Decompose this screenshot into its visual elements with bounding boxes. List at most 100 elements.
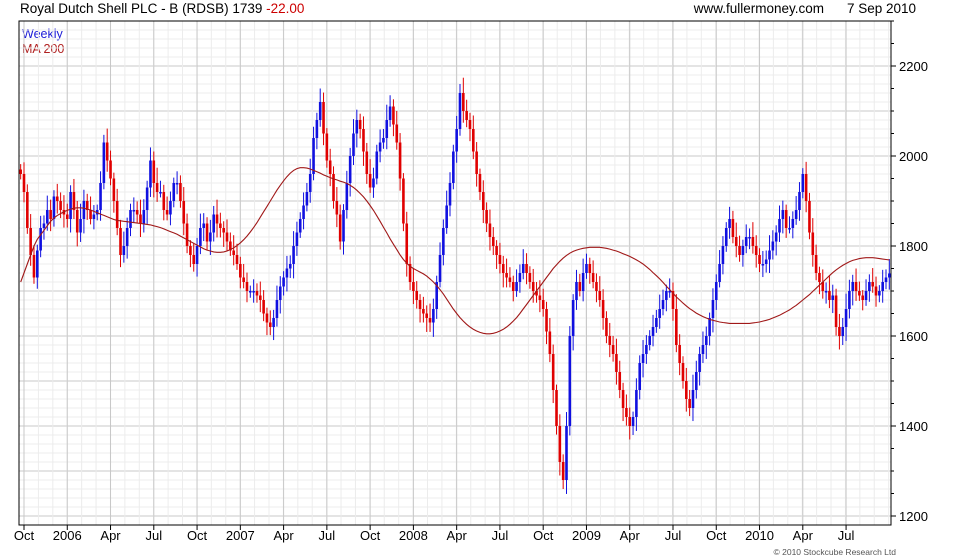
candle-body <box>129 210 132 228</box>
candle-body <box>655 318 658 327</box>
candle-body <box>595 282 598 291</box>
price-chart: 1200 1400 1600 1800 2000 2200 Oct 2006 Apr Jul Oct… <box>14 20 928 543</box>
candle-body <box>318 102 322 120</box>
candle-body <box>864 291 868 300</box>
candle-body <box>328 160 332 174</box>
candle-body <box>711 300 715 318</box>
candle-body <box>675 309 678 345</box>
candle-body <box>89 210 92 219</box>
candle-body <box>475 151 478 174</box>
candle-body <box>501 264 505 273</box>
candle-body <box>778 219 781 233</box>
candle-body <box>728 219 731 228</box>
candle-body <box>788 228 791 230</box>
candle-body <box>362 129 365 152</box>
candle-body <box>278 286 282 300</box>
candle-body <box>155 183 159 192</box>
candle-body <box>818 273 821 282</box>
candle-body <box>45 210 49 224</box>
candle-body <box>665 291 668 300</box>
candle-body <box>495 246 498 255</box>
candle-body <box>448 183 452 206</box>
candle-body <box>165 210 169 215</box>
candle-body <box>438 255 442 282</box>
candle-body <box>205 223 209 242</box>
candle-body <box>458 93 462 129</box>
candle-body <box>698 354 701 372</box>
candle-body <box>521 264 525 273</box>
candle-body <box>199 228 202 246</box>
candle-body <box>212 214 216 233</box>
candle-body <box>491 237 495 246</box>
candle-body <box>59 201 62 210</box>
candle-body <box>392 106 395 125</box>
x-tick-label: Oct <box>360 528 381 543</box>
candle-body <box>282 277 285 287</box>
candle-body <box>125 228 129 246</box>
candle-body <box>122 246 126 255</box>
candle-body <box>368 174 372 188</box>
candle-body <box>182 201 186 224</box>
candle-body <box>169 201 172 215</box>
candle-body <box>105 142 109 161</box>
candle-body <box>298 219 302 233</box>
candle-body <box>488 223 492 237</box>
candle-body <box>249 291 252 293</box>
candle-body <box>531 282 535 291</box>
candle-body <box>445 205 448 228</box>
x-tick-label: 2009 <box>572 528 601 543</box>
candle-body <box>758 255 761 264</box>
candle-body <box>455 129 458 152</box>
candle-body <box>275 300 279 318</box>
candle-body <box>189 246 192 255</box>
candle-body <box>618 372 622 390</box>
candle-body <box>774 232 778 242</box>
x-tick-label: 2008 <box>399 528 428 543</box>
candle-body <box>844 309 848 327</box>
candle-body <box>32 255 36 278</box>
candle-body <box>355 120 359 134</box>
candle-body <box>415 291 419 300</box>
candle-body <box>308 174 312 192</box>
candle-body <box>691 390 695 408</box>
candle-body <box>525 264 528 273</box>
candle-body <box>452 151 455 183</box>
candle-body <box>884 277 888 282</box>
candle-body <box>175 183 179 185</box>
y-tick-label: 1800 <box>899 239 928 254</box>
candle-body <box>578 282 582 291</box>
candle-body <box>315 120 319 138</box>
candle-body <box>611 345 615 354</box>
candle-body <box>222 228 225 233</box>
candle-body <box>305 192 309 206</box>
candle-body <box>159 192 162 194</box>
candle-body <box>581 273 585 291</box>
candle-body <box>628 417 632 426</box>
candle-body <box>588 264 592 273</box>
candle-body <box>375 151 379 179</box>
candle-body <box>824 291 828 293</box>
candle-body <box>764 259 768 264</box>
candle-body <box>19 169 22 174</box>
candle-body <box>841 327 845 336</box>
candle-body <box>771 241 775 251</box>
candle-body <box>422 309 425 314</box>
candle-body <box>505 273 508 278</box>
candle-body <box>478 174 482 192</box>
candle-body <box>791 219 795 228</box>
candle-body <box>325 133 329 161</box>
candle-body <box>565 426 568 480</box>
candle-body <box>372 178 375 188</box>
candle-body <box>794 210 798 219</box>
x-tick-label: Jul <box>492 528 509 543</box>
candle-body <box>721 246 725 264</box>
candle-body <box>541 300 545 309</box>
candle-body <box>641 354 645 363</box>
copyright-notice: © 2010 Stockcube Research Ltd <box>773 547 896 557</box>
candle-body <box>481 192 485 210</box>
candle-body <box>348 156 352 183</box>
candle-body <box>608 336 612 345</box>
candle-body <box>724 228 728 246</box>
candle-body <box>638 363 642 390</box>
candle-body <box>858 291 861 296</box>
